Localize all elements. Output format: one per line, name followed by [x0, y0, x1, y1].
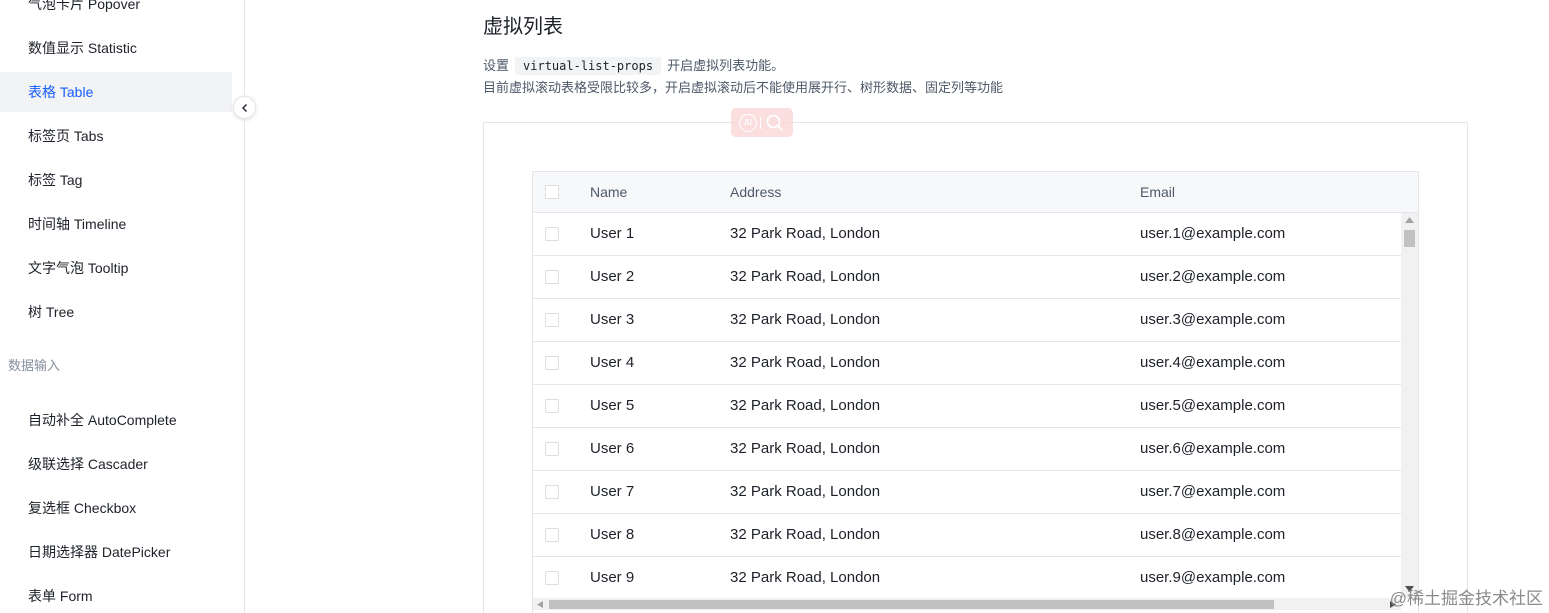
watermark: @稀土掘金技术社区 [1389, 589, 1543, 608]
row-checkbox[interactable] [545, 227, 559, 241]
cell-name: User 1 [590, 225, 635, 242]
cell-address: 32 Park Road, London [730, 354, 881, 371]
ai-search-toolbar[interactable]: AI [731, 108, 793, 137]
section-note: 目前虚拟滚动表格受限比较多，开启虚拟滚动后不能使用展开行、树形数据、固定列等功能 [483, 80, 1004, 95]
row-checkbox[interactable] [545, 399, 559, 413]
ai-icon[interactable]: AI [738, 113, 757, 132]
column-header-name[interactable]: Name [590, 182, 627, 202]
cell-name: User 4 [590, 354, 635, 371]
cell-name: User 7 [590, 483, 635, 500]
cell-name: User 8 [590, 526, 635, 543]
cell-email: user.6@example.com [1140, 440, 1286, 457]
menu-item-tabs[interactable]: 标签页 Tabs [0, 116, 232, 156]
table-row[interactable]: User 1 32 Park Road, London user.1@example… [533, 213, 1401, 256]
cell-email: user.8@example.com [1140, 526, 1286, 543]
menu-item-tree[interactable]: 树 Tree [0, 292, 232, 332]
cell-email: user.1@example.com [1140, 225, 1286, 242]
table-row[interactable]: User 3 32 Park Road, London user.3@example… [533, 299, 1401, 342]
menu-item-form[interactable]: 表单 Form [0, 576, 232, 613]
column-header-address[interactable]: Address [730, 182, 781, 202]
horizontal-scroll-thumb[interactable] [549, 600, 1274, 609]
row-checkbox[interactable] [545, 270, 559, 284]
section-title: 虚拟列表 [483, 16, 563, 38]
cell-name: User 5 [590, 397, 635, 414]
menu-group-data-input: 数据输入 [8, 358, 61, 373]
horizontal-scrollbar[interactable] [533, 598, 1401, 610]
table-row[interactable]: User 7 32 Park Road, London user.7@example… [533, 471, 1401, 514]
cell-email: user.4@example.com [1140, 354, 1286, 371]
table-row[interactable]: User 9 32 Park Road, London user.9@example… [533, 557, 1401, 600]
menu-item-tag[interactable]: 标签 Tag [0, 160, 232, 200]
row-checkbox[interactable] [545, 313, 559, 327]
column-header-email[interactable]: Email [1140, 182, 1175, 202]
cell-email: user.2@example.com [1140, 268, 1286, 285]
cell-name: User 2 [590, 268, 635, 285]
table-row[interactable]: User 5 32 Park Road, London user.5@example… [533, 385, 1401, 428]
cell-email: user.9@example.com [1140, 569, 1286, 586]
row-checkbox[interactable] [545, 356, 559, 370]
desc-suffix: 开启虚拟列表功能。 [667, 58, 785, 73]
section-description: 设置 virtual-list-props 开启虚拟列表功能。 [483, 56, 784, 76]
search-icon[interactable] [765, 113, 785, 133]
cell-name: User 6 [590, 440, 635, 457]
chevron-left-icon [241, 103, 247, 112]
cell-email: user.5@example.com [1140, 397, 1286, 414]
cell-email: user.3@example.com [1140, 311, 1286, 328]
cell-address: 32 Park Road, London [730, 483, 881, 500]
row-checkbox[interactable] [545, 442, 559, 456]
cell-name: User 3 [590, 311, 635, 328]
table-row[interactable]: User 8 32 Park Road, London user.8@example… [533, 514, 1401, 557]
cell-email: user.7@example.com [1140, 483, 1286, 500]
menu-item-tooltip[interactable]: 文字气泡 Tooltip [0, 248, 232, 288]
toolbar-divider [760, 116, 762, 129]
menu-item-autocomplete[interactable]: 自动补全 AutoComplete [0, 400, 232, 440]
cell-address: 32 Park Road, London [730, 397, 881, 414]
sidebar-collapse-button[interactable] [233, 96, 256, 119]
row-checkbox[interactable] [545, 485, 559, 499]
table-row[interactable]: User 4 32 Park Road, London user.4@example… [533, 342, 1401, 385]
menu-item-popover[interactable]: 气泡卡片 Popover [0, 0, 232, 24]
cell-address: 32 Park Road, London [730, 268, 881, 285]
scroll-up-arrow-icon[interactable] [1405, 217, 1414, 223]
cell-address: 32 Park Road, London [730, 569, 881, 586]
code-snippet: virtual-list-props [515, 57, 662, 75]
desc-prefix: 设置 [483, 58, 510, 73]
menu-item-statistic[interactable]: 数值显示 Statistic [0, 28, 232, 68]
vertical-scroll-thumb[interactable] [1404, 230, 1415, 247]
cell-address: 32 Park Road, London [730, 225, 881, 242]
virtual-table: Name Address Email User 1 32 Park Road, L… [532, 171, 1419, 613]
cell-address: 32 Park Road, London [730, 440, 881, 457]
menu-item-table[interactable]: 表格 Table [0, 72, 232, 112]
table-header: Name Address Email [533, 172, 1418, 213]
table-row[interactable]: User 2 32 Park Road, London user.2@example… [533, 256, 1401, 299]
row-checkbox[interactable] [545, 528, 559, 542]
menu-item-checkbox[interactable]: 复选框 Checkbox [0, 488, 232, 528]
sidebar-menu: 气泡卡片 Popover 数值显示 Statistic 表格 Table 标签页… [0, 0, 245, 613]
select-all-checkbox[interactable] [545, 185, 559, 199]
cell-address: 32 Park Road, London [730, 526, 881, 543]
menu-item-timeline[interactable]: 时间轴 Timeline [0, 204, 232, 244]
menu-item-cascader[interactable]: 级联选择 Cascader [0, 444, 232, 484]
row-checkbox[interactable] [545, 571, 559, 585]
cell-name: User 9 [590, 569, 635, 586]
scroll-left-arrow-icon[interactable] [537, 601, 543, 608]
table-row[interactable]: User 6 32 Park Road, London user.6@example… [533, 428, 1401, 471]
cell-address: 32 Park Road, London [730, 311, 881, 328]
menu-item-datepicker[interactable]: 日期选择器 DatePicker [0, 532, 232, 572]
vertical-scrollbar[interactable] [1401, 213, 1418, 598]
